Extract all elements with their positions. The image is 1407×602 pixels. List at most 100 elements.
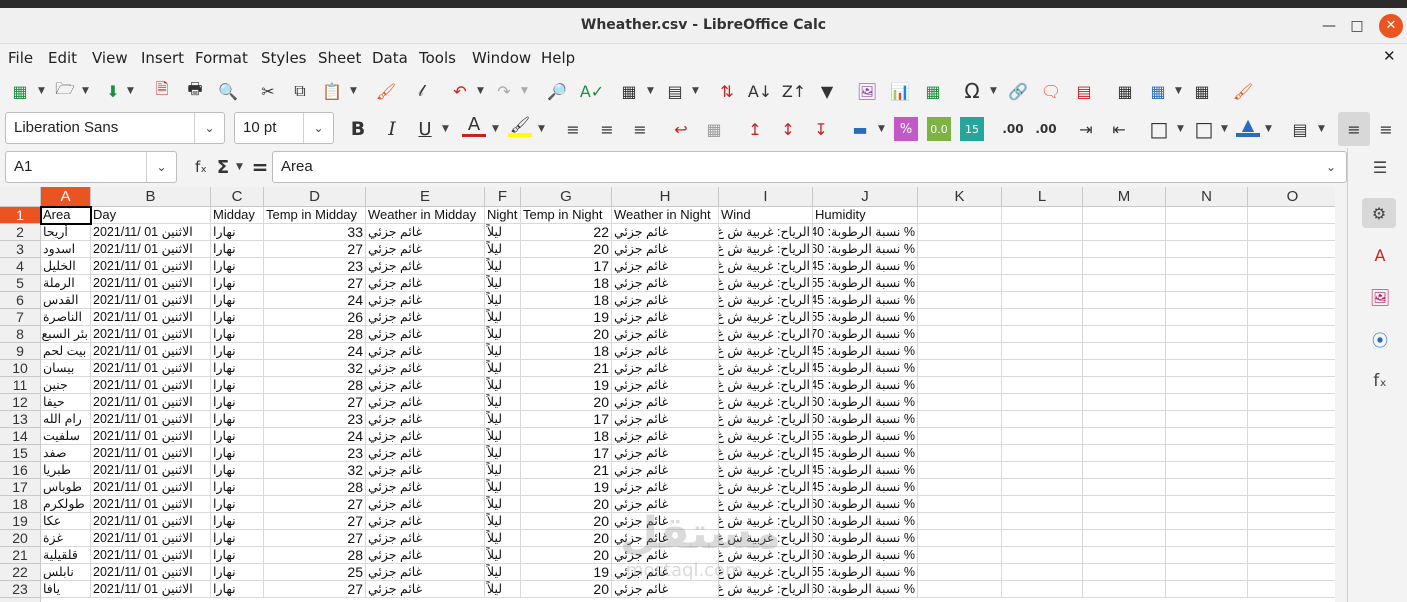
- cell-humidity[interactable]: % نسبة الرطوبة: 60: [813, 241, 918, 258]
- cell-humidity[interactable]: % نسبة الرطوبة: 45: [813, 258, 918, 275]
- empty-cell[interactable]: [1166, 411, 1248, 428]
- cell-temp-night[interactable]: 18: [521, 428, 612, 445]
- empty-cell[interactable]: [1166, 377, 1248, 394]
- cell-area[interactable]: حيفا: [41, 394, 91, 411]
- chevron-down-icon[interactable]: ▼: [1175, 86, 1182, 96]
- cell-weather-night[interactable]: غائم جزئي: [612, 326, 719, 343]
- cell-humidity[interactable]: % نسبة الرطوبة: 55: [813, 309, 918, 326]
- cell-night[interactable]: ليلاً: [485, 445, 521, 462]
- cell-midday[interactable]: نهارا: [211, 462, 264, 479]
- header-cell-weather-night[interactable]: Weather in Night: [612, 207, 719, 224]
- menu-window[interactable]: Window: [472, 49, 531, 67]
- align-left-icon[interactable]: ≡: [561, 117, 585, 141]
- empty-cell[interactable]: [918, 479, 1002, 496]
- open-folder-icon[interactable]: 🗁: [53, 79, 77, 103]
- empty-cell[interactable]: [1166, 530, 1248, 547]
- cell-day[interactable]: الاثنين 01 /2021/11: [91, 224, 211, 241]
- empty-cell[interactable]: [1248, 224, 1338, 241]
- new-spreadsheet-icon[interactable]: ▦: [8, 79, 32, 103]
- chevron-down-icon[interactable]: ▼: [878, 124, 885, 134]
- row-header[interactable]: 21: [0, 547, 41, 564]
- left-to-right-icon[interactable]: ≡: [1338, 112, 1370, 146]
- cell-weather-midday[interactable]: غائم جزئي: [366, 496, 485, 513]
- row-header[interactable]: 1: [0, 207, 41, 224]
- empty-cell[interactable]: [1248, 258, 1338, 275]
- cell-weather-night[interactable]: غائم جزئي: [612, 581, 719, 598]
- cell-temp-midday[interactable]: 28: [264, 326, 366, 343]
- chevron-down-icon[interactable]: ▼: [692, 86, 699, 96]
- cell-night[interactable]: ليلاً: [485, 360, 521, 377]
- empty-cell[interactable]: [1002, 292, 1083, 309]
- cell-area[interactable]: نابلس: [41, 564, 91, 581]
- row-header[interactable]: 9: [0, 343, 41, 360]
- insert-chart-icon[interactable]: 📊: [888, 79, 912, 103]
- chevron-down-icon[interactable]: ▼: [1221, 124, 1228, 134]
- empty-cell[interactable]: [918, 564, 1002, 581]
- cell-humidity[interactable]: % نسبة الرطوبة: 45: [813, 292, 918, 309]
- cell-day[interactable]: الاثنين 01 /2021/11: [91, 241, 211, 258]
- font-name-box[interactable]: Liberation Sans ⌄: [5, 112, 225, 144]
- empty-cell[interactable]: [1248, 360, 1338, 377]
- column-header-d[interactable]: D: [264, 187, 366, 207]
- cell-humidity[interactable]: % نسبة الرطوبة: 55: [813, 275, 918, 292]
- chevron-down-icon[interactable]: ▼: [236, 162, 243, 172]
- cell-temp-midday[interactable]: 27: [264, 241, 366, 258]
- undo-icon[interactable]: ↶: [448, 79, 472, 103]
- cell-area[interactable]: غزة: [41, 530, 91, 547]
- cell-midday[interactable]: نهارا: [211, 224, 264, 241]
- empty-cell[interactable]: [1083, 564, 1166, 581]
- formula-input[interactable]: Area ⌄: [272, 151, 1347, 183]
- cell-weather-midday[interactable]: غائم جزئي: [366, 394, 485, 411]
- functions-icon[interactable]: fₓ: [1368, 369, 1392, 393]
- cell-temp-night[interactable]: 18: [521, 292, 612, 309]
- cell-night[interactable]: ليلاً: [485, 258, 521, 275]
- cell-area[interactable]: الخليل: [41, 258, 91, 275]
- cell-weather-night[interactable]: غائم جزئي: [612, 241, 719, 258]
- empty-cell[interactable]: [1166, 564, 1248, 581]
- empty-cell[interactable]: [1002, 462, 1083, 479]
- empty-cell[interactable]: [918, 224, 1002, 241]
- cell-area[interactable]: الناصرة: [41, 309, 91, 326]
- close-document-icon[interactable]: ✕: [1383, 47, 1396, 65]
- empty-cell[interactable]: [1248, 309, 1338, 326]
- cell-night[interactable]: ليلاً: [485, 343, 521, 360]
- cell-night[interactable]: ليلاً: [485, 224, 521, 241]
- empty-cell[interactable]: [1002, 530, 1083, 547]
- empty-cell[interactable]: [918, 309, 1002, 326]
- cell-weather-midday[interactable]: غائم جزئي: [366, 309, 485, 326]
- row-icon[interactable]: ▦: [617, 79, 641, 103]
- cell-area[interactable]: بئر السبع: [41, 326, 91, 343]
- chevron-down-icon[interactable]: ▼: [647, 86, 654, 96]
- cell-wind[interactable]: الرياح: غربية ش غ: [719, 292, 813, 309]
- empty-cell[interactable]: [1083, 530, 1166, 547]
- header-cell-day[interactable]: Day: [91, 207, 211, 224]
- empty-cell[interactable]: [1248, 207, 1338, 224]
- empty-cell[interactable]: [1083, 309, 1166, 326]
- cell-temp-night[interactable]: 21: [521, 462, 612, 479]
- empty-cell[interactable]: [1248, 411, 1338, 428]
- cell-wind[interactable]: الرياح: غربية ش غ: [719, 343, 813, 360]
- styles-icon[interactable]: A: [1368, 243, 1392, 267]
- cell-temp-midday[interactable]: 28: [264, 377, 366, 394]
- cell-temp-night[interactable]: 20: [521, 513, 612, 530]
- cell-day[interactable]: الاثنين 01 /2021/11: [91, 377, 211, 394]
- empty-cell[interactable]: [1083, 275, 1166, 292]
- cell-night[interactable]: ليلاً: [485, 309, 521, 326]
- empty-cell[interactable]: [1002, 241, 1083, 258]
- chevron-down-icon[interactable]: ▼: [1177, 124, 1184, 134]
- gallery-icon[interactable]: 🖼: [1368, 285, 1392, 309]
- column-header-g[interactable]: G: [521, 187, 612, 207]
- expand-formula-icon[interactable]: ⌄: [1316, 152, 1346, 182]
- cell-temp-night[interactable]: 22: [521, 224, 612, 241]
- empty-cell[interactable]: [1248, 326, 1338, 343]
- minimize-icon[interactable]: —: [1317, 14, 1341, 38]
- menu-edit[interactable]: Edit: [48, 49, 77, 67]
- row-header[interactable]: 2: [0, 224, 41, 241]
- cell-area[interactable]: جنين: [41, 377, 91, 394]
- header-cell-temp-night[interactable]: Temp in Night: [521, 207, 612, 224]
- cell-day[interactable]: الاثنين 01 /2021/11: [91, 326, 211, 343]
- menu-file[interactable]: File: [8, 49, 33, 67]
- cell-night[interactable]: ليلاً: [485, 496, 521, 513]
- column-header-l[interactable]: L: [1002, 187, 1083, 207]
- header-cell-humidity[interactable]: Humidity: [813, 207, 918, 224]
